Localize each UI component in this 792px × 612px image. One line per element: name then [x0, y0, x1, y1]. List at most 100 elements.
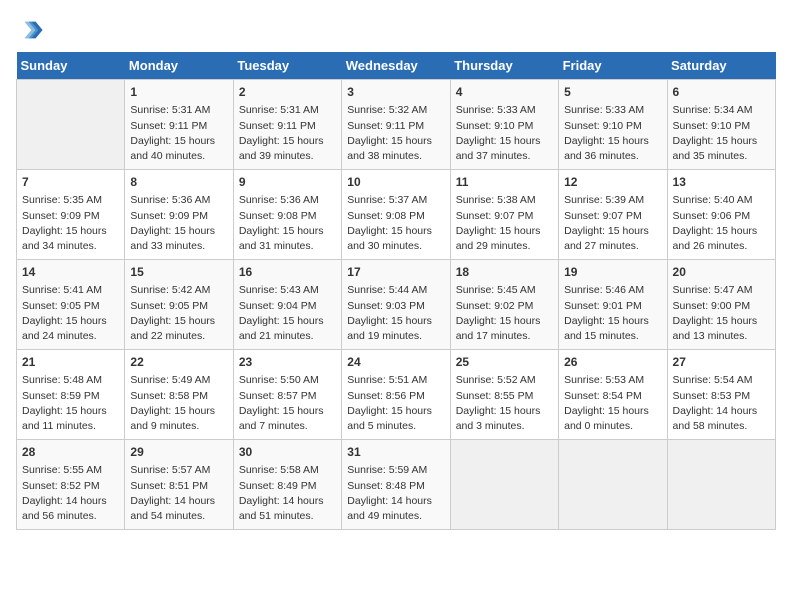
day-info: Sunrise: 5:32 AMSunset: 9:11 PMDaylight:…	[347, 103, 444, 164]
day-info: Sunrise: 5:43 AMSunset: 9:04 PMDaylight:…	[239, 283, 336, 344]
day-number: 5	[564, 84, 661, 101]
day-number: 3	[347, 84, 444, 101]
day-number: 4	[456, 84, 553, 101]
day-number: 2	[239, 84, 336, 101]
calendar-cell: 25 Sunrise: 5:52 AMSunset: 8:55 PMDayligh…	[450, 350, 558, 440]
calendar-cell: 17 Sunrise: 5:44 AMSunset: 9:03 PMDayligh…	[342, 260, 450, 350]
calendar-cell	[17, 80, 125, 170]
day-info: Sunrise: 5:49 AMSunset: 8:58 PMDaylight:…	[130, 373, 227, 434]
day-number: 18	[456, 264, 553, 281]
day-number: 14	[22, 264, 119, 281]
calendar-cell: 11 Sunrise: 5:38 AMSunset: 9:07 PMDayligh…	[450, 170, 558, 260]
day-number: 24	[347, 354, 444, 371]
calendar-cell: 4Sunrise: 5:33 AMSunset: 9:10 PMDaylight…	[450, 80, 558, 170]
calendar-cell: 31 Sunrise: 5:59 AMSunset: 8:48 PMDayligh…	[342, 440, 450, 530]
calendar-week-row: 1 Sunrise: 5:31 AMSunset: 9:11 PMDaylight…	[17, 80, 776, 170]
calendar-cell: 30 Sunrise: 5:58 AMSunset: 8:49 PMDayligh…	[233, 440, 341, 530]
day-info: Sunrise: 5:47 AMSunset: 9:00 PMDaylight:…	[673, 283, 770, 344]
calendar-cell: 8Sunrise: 5:36 AMSunset: 9:09 PMDaylight…	[125, 170, 233, 260]
calendar-cell: 10 Sunrise: 5:37 AMSunset: 9:08 PMDayligh…	[342, 170, 450, 260]
day-number: 11	[456, 174, 553, 191]
calendar-cell: 20Sunrise: 5:47 AMSunset: 9:00 PMDayligh…	[667, 260, 775, 350]
day-info: Sunrise: 5:36 AMSunset: 9:08 PMDaylight:…	[239, 193, 336, 254]
day-number: 7	[22, 174, 119, 191]
calendar-cell: 1 Sunrise: 5:31 AMSunset: 9:11 PMDaylight…	[125, 80, 233, 170]
day-info: Sunrise: 5:58 AMSunset: 8:49 PMDaylight:…	[239, 463, 336, 524]
day-info: Sunrise: 5:50 AMSunset: 8:57 PMDaylight:…	[239, 373, 336, 434]
day-number: 8	[130, 174, 227, 191]
day-info: Sunrise: 5:31 AMSunset: 9:11 PMDaylight:…	[130, 103, 227, 164]
day-number: 1	[130, 84, 227, 101]
day-number: 12	[564, 174, 661, 191]
calendar-table: SundayMondayTuesdayWednesdayThursdayFrid…	[16, 52, 776, 530]
calendar-cell: 16 Sunrise: 5:43 AMSunset: 9:04 PMDayligh…	[233, 260, 341, 350]
day-number: 28	[22, 444, 119, 461]
calendar-cell: 28 Sunrise: 5:55 AMSunset: 8:52 PMDayligh…	[17, 440, 125, 530]
day-number: 30	[239, 444, 336, 461]
calendar-cell: 19Sunrise: 5:46 AMSunset: 9:01 PMDayligh…	[559, 260, 667, 350]
day-number: 21	[22, 354, 119, 371]
day-info: Sunrise: 5:57 AMSunset: 8:51 PMDaylight:…	[130, 463, 227, 524]
calendar-cell: 23 Sunrise: 5:50 AMSunset: 8:57 PMDayligh…	[233, 350, 341, 440]
day-info: Sunrise: 5:33 AMSunset: 9:10 PMDaylight:…	[564, 103, 661, 164]
day-info: Sunrise: 5:37 AMSunset: 9:08 PMDaylight:…	[347, 193, 444, 254]
day-number: 16	[239, 264, 336, 281]
calendar-cell: 15 Sunrise: 5:42 AMSunset: 9:05 PMDayligh…	[125, 260, 233, 350]
weekday-header: Sunday	[17, 52, 125, 80]
weekday-header: Thursday	[450, 52, 558, 80]
calendar-cell	[559, 440, 667, 530]
day-info: Sunrise: 5:54 AMSunset: 8:53 PMDaylight:…	[673, 373, 770, 434]
calendar-cell: 5 Sunrise: 5:33 AMSunset: 9:10 PMDaylight…	[559, 80, 667, 170]
day-info: Sunrise: 5:42 AMSunset: 9:05 PMDaylight:…	[130, 283, 227, 344]
day-number: 22	[130, 354, 227, 371]
page-header	[16, 16, 776, 44]
day-info: Sunrise: 5:52 AMSunset: 8:55 PMDaylight:…	[456, 373, 553, 434]
day-number: 31	[347, 444, 444, 461]
calendar-week-row: 21 Sunrise: 5:48 AMSunset: 8:59 PMDayligh…	[17, 350, 776, 440]
calendar-cell: 27 Sunrise: 5:54 AMSunset: 8:53 PMDayligh…	[667, 350, 775, 440]
day-number: 19	[564, 264, 661, 281]
calendar-cell: 29 Sunrise: 5:57 AMSunset: 8:51 PMDayligh…	[125, 440, 233, 530]
weekday-header: Saturday	[667, 52, 775, 80]
weekday-header: Monday	[125, 52, 233, 80]
day-info: Sunrise: 5:59 AMSunset: 8:48 PMDaylight:…	[347, 463, 444, 524]
day-info: Sunrise: 5:51 AMSunset: 8:56 PMDaylight:…	[347, 373, 444, 434]
calendar-cell: 24 Sunrise: 5:51 AMSunset: 8:56 PMDayligh…	[342, 350, 450, 440]
day-info: Sunrise: 5:55 AMSunset: 8:52 PMDaylight:…	[22, 463, 119, 524]
day-info: Sunrise: 5:44 AMSunset: 9:03 PMDaylight:…	[347, 283, 444, 344]
day-info: Sunrise: 5:31 AMSunset: 9:11 PMDaylight:…	[239, 103, 336, 164]
calendar-cell: 3 Sunrise: 5:32 AMSunset: 9:11 PMDaylight…	[342, 80, 450, 170]
logo	[16, 16, 48, 44]
calendar-header: SundayMondayTuesdayWednesdayThursdayFrid…	[17, 52, 776, 80]
day-info: Sunrise: 5:38 AMSunset: 9:07 PMDaylight:…	[456, 193, 553, 254]
day-info: Sunrise: 5:39 AMSunset: 9:07 PMDaylight:…	[564, 193, 661, 254]
calendar-cell	[450, 440, 558, 530]
day-info: Sunrise: 5:34 AMSunset: 9:10 PMDaylight:…	[673, 103, 770, 164]
weekday-header: Wednesday	[342, 52, 450, 80]
day-number: 27	[673, 354, 770, 371]
calendar-week-row: 14 Sunrise: 5:41 AMSunset: 9:05 PMDayligh…	[17, 260, 776, 350]
day-info: Sunrise: 5:53 AMSunset: 8:54 PMDaylight:…	[564, 373, 661, 434]
day-number: 6	[673, 84, 770, 101]
day-number: 29	[130, 444, 227, 461]
day-number: 17	[347, 264, 444, 281]
calendar-cell: 18 Sunrise: 5:45 AMSunset: 9:02 PMDayligh…	[450, 260, 558, 350]
day-info: Sunrise: 5:35 AMSunset: 9:09 PMDaylight:…	[22, 193, 119, 254]
calendar-cell: 14 Sunrise: 5:41 AMSunset: 9:05 PMDayligh…	[17, 260, 125, 350]
day-info: Sunrise: 5:41 AMSunset: 9:05 PMDaylight:…	[22, 283, 119, 344]
calendar-week-row: 28 Sunrise: 5:55 AMSunset: 8:52 PMDayligh…	[17, 440, 776, 530]
weekday-header: Friday	[559, 52, 667, 80]
header-row: SundayMondayTuesdayWednesdayThursdayFrid…	[17, 52, 776, 80]
calendar-cell: 26Sunrise: 5:53 AMSunset: 8:54 PMDayligh…	[559, 350, 667, 440]
weekday-header: Tuesday	[233, 52, 341, 80]
calendar-cell: 2 Sunrise: 5:31 AMSunset: 9:11 PMDaylight…	[233, 80, 341, 170]
day-number: 25	[456, 354, 553, 371]
day-number: 15	[130, 264, 227, 281]
calendar-cell: 7 Sunrise: 5:35 AMSunset: 9:09 PMDaylight…	[17, 170, 125, 260]
calendar-week-row: 7 Sunrise: 5:35 AMSunset: 9:09 PMDaylight…	[17, 170, 776, 260]
calendar-cell	[667, 440, 775, 530]
day-number: 23	[239, 354, 336, 371]
day-info: Sunrise: 5:48 AMSunset: 8:59 PMDaylight:…	[22, 373, 119, 434]
day-number: 10	[347, 174, 444, 191]
day-info: Sunrise: 5:45 AMSunset: 9:02 PMDaylight:…	[456, 283, 553, 344]
